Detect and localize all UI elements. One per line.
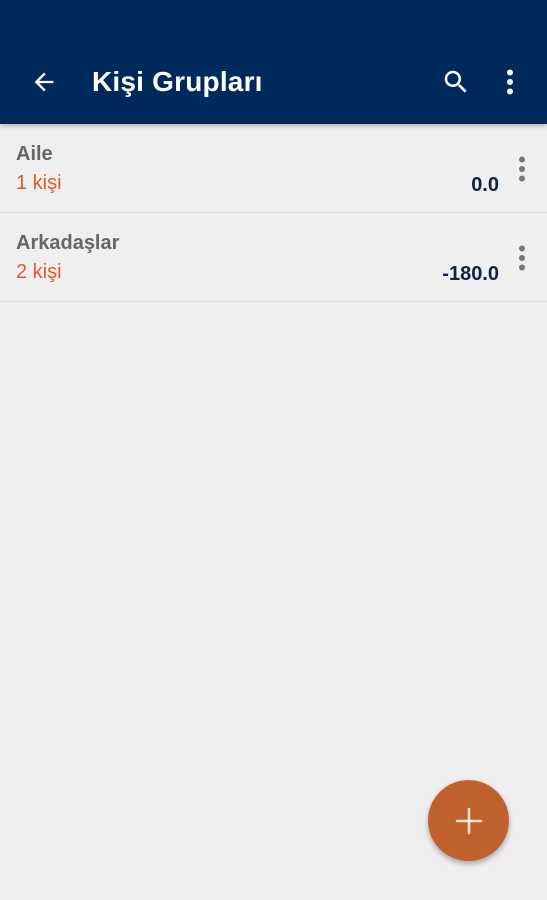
list-item[interactable]: Aile 1 kişi 0.0 [0, 124, 547, 213]
overflow-menu-button[interactable] [490, 60, 530, 104]
group-list: Aile 1 kişi 0.0 Arkadaşlar 2 kişi -180.0 [0, 124, 547, 302]
member-count: 2 kişi [16, 261, 62, 283]
search-button[interactable] [434, 60, 478, 104]
more-vert-icon [519, 245, 525, 271]
app-screen: Kişi Grupları Aile 1 kişi 0.0 Arkadaşlar… [0, 0, 547, 900]
member-count: 1 kişi [16, 172, 62, 194]
group-name: Aile [16, 143, 53, 165]
list-item[interactable]: Arkadaşlar 2 kişi -180.0 [0, 213, 547, 302]
group-balance: 0.0 [471, 174, 499, 196]
search-icon [444, 70, 467, 93]
group-name: Arkadaşlar [16, 232, 120, 254]
more-vert-icon [519, 156, 525, 182]
item-menu-button[interactable] [508, 241, 536, 275]
page-title: Kişi Grupları [92, 66, 263, 97]
more-vert-icon [507, 69, 513, 95]
item-menu-button[interactable] [508, 152, 536, 186]
arrow-left-icon [34, 72, 54, 92]
add-group-button[interactable] [428, 780, 509, 861]
back-button[interactable] [22, 60, 66, 104]
app-bar: Kişi Grupları [0, 0, 547, 124]
group-balance: -180.0 [442, 263, 499, 285]
plus-icon [455, 807, 482, 834]
